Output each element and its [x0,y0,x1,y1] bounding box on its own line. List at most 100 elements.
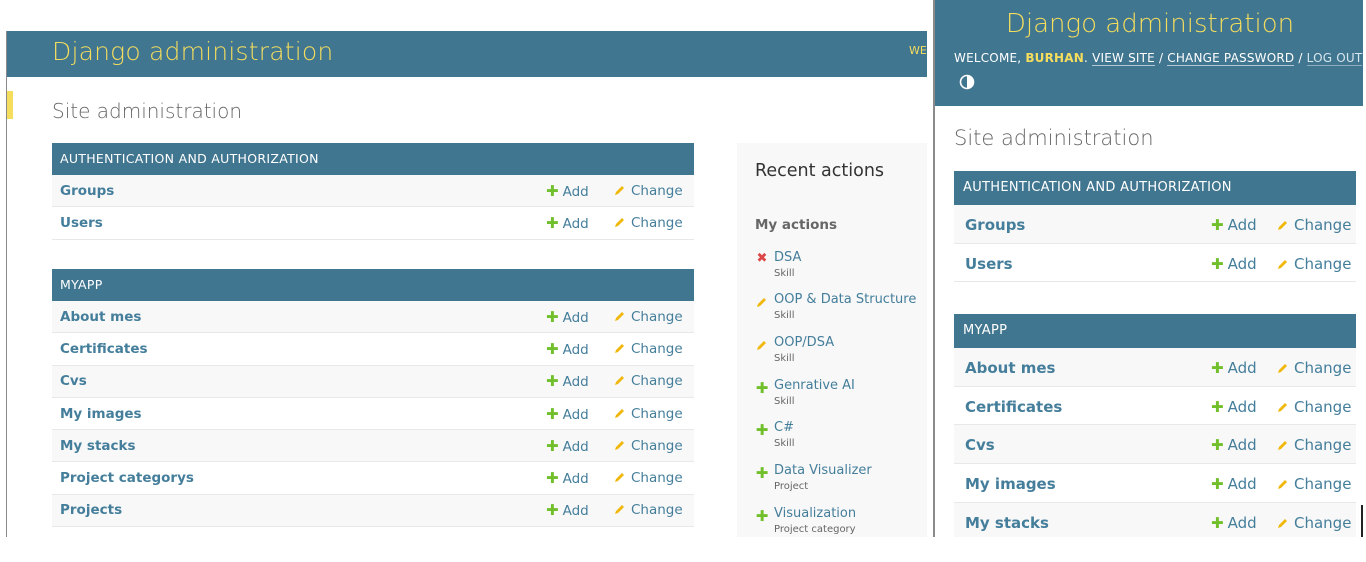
add-link[interactable]: ✚ Add [1211,359,1257,377]
change-icon [755,336,769,355]
change-link[interactable]: Change [1277,216,1351,234]
recent-action-type: Skill [774,353,795,364]
recent-action-link[interactable]: Data Visualizer [774,463,872,478]
module-caption[interactable]: MYAPP [954,314,1356,348]
plus-icon: ✚ [546,404,559,423]
module-caption[interactable]: MYAPP [52,269,694,301]
change-password-link[interactable]: CHANGE PASSWORD [1167,51,1295,66]
model-link-groups[interactable]: Groups [60,183,114,199]
recent-action-type: Project [774,481,809,492]
add-link[interactable]: ✚ Add [1211,514,1257,532]
recent-action-link[interactable]: Genrative AI [774,378,855,393]
model-link-certificates[interactable]: Certificates [965,398,1062,416]
change-icon [755,293,769,312]
model-link-certificates[interactable]: Certificates [60,341,148,357]
pencil-icon [1278,518,1287,528]
model-row: Users ✚ Add Change [52,207,694,240]
recent-action-type: Skill [774,268,795,279]
add-icon: ✚ [755,379,769,397]
add-icon: ✚ [755,464,769,482]
recent-action-type: Skill [774,396,795,407]
change-link[interactable]: Change [1277,398,1351,416]
module-caption[interactable]: AUTHENTICATION AND AUTHORIZATION [52,143,694,175]
model-link-my-stacks[interactable]: My stacks [60,438,136,454]
recent-action-type: Project category [774,524,856,535]
log-out-button[interactable]: LOG OUT [1306,51,1363,66]
view-site-link[interactable]: VIEW SITE [1092,51,1155,66]
plus-icon: ✚ [1211,254,1224,273]
app-module-myapp: MYAPP About mes ✚ Add Change Certificates… [52,269,694,528]
site-brand[interactable]: Django administration [52,37,333,66]
change-link[interactable]: Change [614,183,683,199]
change-link[interactable]: Change [614,502,683,518]
add-link[interactable]: ✚ Add [546,214,589,232]
model-row: Certificates ✚ Add Change [954,387,1356,426]
model-link-about-mes[interactable]: About mes [965,359,1055,377]
change-link[interactable]: Change [614,341,683,357]
model-row: Certificates ✚ Add Change [52,333,694,366]
add-link[interactable]: ✚ Add [546,308,589,326]
plus-icon: ✚ [1211,475,1224,494]
pencil-icon [615,473,624,483]
model-link-my-stacks[interactable]: My stacks [965,514,1049,532]
add-link[interactable]: ✚ Add [1211,398,1257,416]
model-link-projects[interactable]: Projects [60,502,122,518]
add-link[interactable]: ✚ Add [546,437,589,455]
change-link[interactable]: Change [1277,436,1351,454]
change-link[interactable]: Change [1277,514,1351,532]
change-link[interactable]: Change [1277,475,1351,493]
model-link-users[interactable]: Users [60,215,103,231]
pencil-icon [1278,364,1287,373]
pencil-icon [615,505,624,515]
recent-action-link[interactable]: C# [774,420,794,435]
add-link[interactable]: ✚ Add [546,372,589,390]
half-circle-contrast-icon[interactable] [959,74,975,90]
add-link[interactable]: ✚ Add [546,182,589,200]
pencil-icon [1278,221,1287,230]
app-module-myapp: MYAPP About mes ✚ Add Change Certificates… [954,314,1356,537]
site-brand[interactable]: Django administration [935,9,1363,39]
add-link[interactable]: ✚ Add [546,469,589,487]
module-caption[interactable]: AUTHENTICATION AND AUTHORIZATION [954,171,1356,205]
change-link[interactable]: Change [614,309,683,325]
change-link[interactable]: Change [1277,359,1351,377]
model-link-groups[interactable]: Groups [965,216,1025,234]
change-link[interactable]: Change [614,215,683,231]
model-link-cvs[interactable]: Cvs [60,373,87,389]
add-link[interactable]: ✚ Add [546,340,589,358]
add-link[interactable]: ✚ Add [1211,436,1257,454]
delete-icon: ✖ [756,251,768,266]
add-link[interactable]: ✚ Add [1211,475,1257,493]
page-title: Site administration [954,126,1154,150]
recent-action-link[interactable]: OOP/DSA [774,335,834,350]
plus-icon: ✚ [1211,359,1224,377]
plus-icon: ✚ [1211,436,1224,455]
model-row: Groups ✚ Add Change [52,175,694,208]
period: . [1084,51,1089,65]
add-link[interactable]: ✚ Add [546,405,589,423]
model-link-users[interactable]: Users [965,255,1013,273]
pencil-icon [615,376,624,386]
model-row: Users ✚ Add Change [954,244,1356,283]
change-link[interactable]: Change [614,406,683,422]
model-link-my-images[interactable]: My images [965,475,1056,493]
model-link-cvs[interactable]: Cvs [965,436,995,454]
separator: / [1158,51,1164,65]
change-link[interactable]: Change [614,373,683,389]
add-link[interactable]: ✚ Add [1211,216,1257,234]
change-link[interactable]: Change [614,470,683,486]
model-link-my-images[interactable]: My images [60,406,142,422]
add-link[interactable]: ✚ Add [546,501,589,519]
recent-action-link[interactable]: Visualization [774,506,856,521]
change-link[interactable]: Change [1277,255,1351,273]
plus-icon: ✚ [546,501,559,520]
plus-icon: ✚ [546,307,559,326]
change-link[interactable]: Change [614,438,683,454]
model-link-about-mes[interactable]: About mes [60,309,141,325]
recent-action-link[interactable]: OOP & Data Structure [774,292,916,307]
plus-icon: ✚ [546,372,559,391]
window-edge-highlight [7,91,13,119]
model-link-project-categorys[interactable]: Project categorys [60,470,194,486]
add-link[interactable]: ✚ Add [1211,255,1257,273]
separator: / [1298,51,1303,65]
